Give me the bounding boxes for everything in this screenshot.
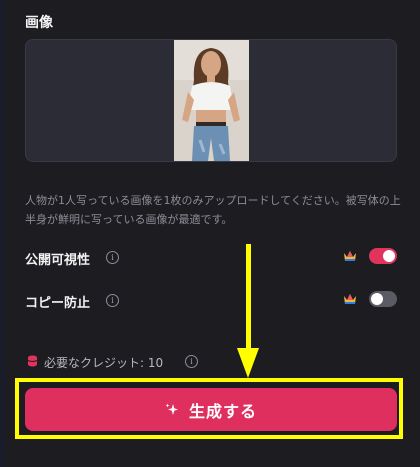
generate-button[interactable]: 生成する xyxy=(25,388,397,431)
annotation-arrow-icon xyxy=(237,244,259,378)
section-title: 画像 xyxy=(25,15,53,31)
uploaded-photo xyxy=(174,40,249,161)
copy-protection-toggle[interactable] xyxy=(369,291,397,307)
generate-button-label: 生成する xyxy=(188,401,257,421)
setting-label: コピー防止 xyxy=(25,296,91,311)
toggle-knob xyxy=(383,250,395,262)
coin-stack-icon xyxy=(28,355,37,367)
info-icon[interactable]: i xyxy=(185,355,198,368)
public-visibility-toggle[interactable] xyxy=(369,248,397,264)
toggle-knob xyxy=(371,293,383,305)
premium-crown-icon xyxy=(344,294,356,304)
info-icon[interactable]: i xyxy=(106,294,119,307)
image-upload-area[interactable] xyxy=(25,39,397,162)
setting-label: 公開可視性 xyxy=(25,253,91,268)
upload-helper-text: 人物が1人写っている画像を1枚のみアップロードしてください。被写体の上半身が鮮明… xyxy=(25,194,401,226)
sparkle-icon xyxy=(165,403,178,415)
left-edge-strip xyxy=(0,0,6,467)
setting-public-visibility: 公開可視性 i xyxy=(25,247,397,269)
info-icon[interactable]: i xyxy=(106,251,119,264)
credits-label: 必要なクレジット: 10 xyxy=(44,356,164,370)
setting-copy-protection: コピー防止 i xyxy=(25,290,397,312)
premium-crown-icon xyxy=(344,251,356,261)
